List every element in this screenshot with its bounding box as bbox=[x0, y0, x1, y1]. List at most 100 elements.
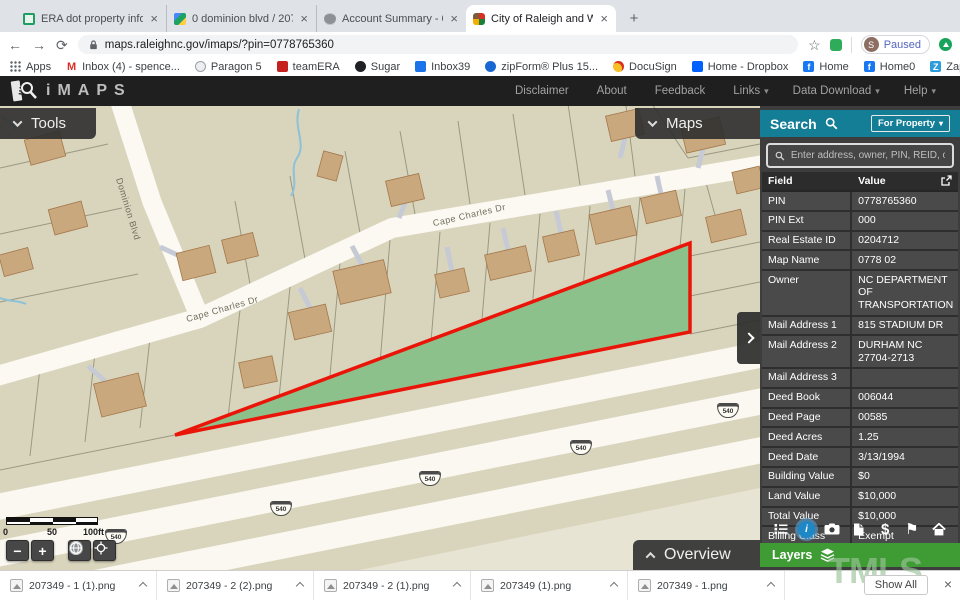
table-row[interactable]: Building Value $0 bbox=[762, 468, 958, 488]
maps-button[interactable]: Maps bbox=[635, 108, 760, 139]
browser-tab[interactable]: ERA dot property info - Google × bbox=[16, 5, 166, 32]
divider bbox=[851, 37, 852, 53]
download-item[interactable]: 207349 (1).png bbox=[471, 571, 628, 600]
bookmark-item[interactable]: Apps bbox=[10, 61, 51, 73]
caret-down-icon: ▾ bbox=[764, 86, 769, 97]
record-indicator-icon[interactable] bbox=[939, 38, 952, 51]
chevron-up-icon[interactable] bbox=[139, 581, 147, 589]
bookmark-label: DocuSign bbox=[629, 61, 677, 73]
value-cell: $10,000 bbox=[852, 488, 958, 506]
report-document-icon[interactable] bbox=[848, 519, 868, 539]
zoom-in-button[interactable]: + bbox=[31, 540, 54, 561]
app-menu-item[interactable]: Links ▾ bbox=[733, 85, 768, 97]
table-row[interactable]: Map Name 0778 02 bbox=[762, 251, 958, 271]
bookmark-item[interactable]: zipForm® Plus 15... bbox=[485, 61, 598, 73]
chevron-up-icon[interactable] bbox=[767, 581, 775, 589]
table-row[interactable]: Owner NC DEPARTMENT OF TRANSPORTATION bbox=[762, 271, 958, 316]
chevron-up-icon[interactable] bbox=[453, 581, 461, 589]
table-row[interactable]: Mail Address 3 bbox=[762, 369, 958, 389]
bookmark-label: Paragon 5 bbox=[211, 61, 262, 73]
tab-close-icon[interactable]: × bbox=[149, 12, 159, 25]
bookmark-star-icon[interactable]: ☆ bbox=[808, 38, 821, 52]
field-cell: Mail Address 3 bbox=[762, 369, 852, 387]
dollar-values-icon[interactable]: $ bbox=[875, 519, 895, 539]
new-tab-button[interactable]: + bbox=[622, 6, 646, 30]
camera-icon[interactable] bbox=[822, 519, 842, 539]
bookmark-item[interactable]: Paragon 5 bbox=[195, 61, 262, 73]
download-item[interactable]: 207349 - 2 (2).png bbox=[157, 571, 314, 600]
browser-tab[interactable]: 0 dominion blvd / 207349 - Goo × bbox=[166, 5, 316, 32]
download-item[interactable]: 207349 - 2 (1).png bbox=[314, 571, 471, 600]
zipform-icon bbox=[485, 61, 496, 72]
bookmark-item[interactable]: Sugar bbox=[355, 61, 400, 73]
table-row[interactable]: Deed Book 006044 bbox=[762, 389, 958, 409]
search-icon bbox=[775, 150, 785, 162]
overview-button[interactable]: Overview bbox=[633, 540, 760, 570]
chevron-down-icon bbox=[13, 117, 23, 127]
bookmark-item[interactable]: Home - Dropbox bbox=[692, 61, 789, 73]
bookmark-item[interactable]: M Inbox (4) - spence... bbox=[66, 61, 180, 73]
info-icon[interactable]: i bbox=[798, 521, 815, 538]
url-bar[interactable]: maps.raleighnc.gov/imaps/?pin=0778765360 bbox=[78, 35, 798, 54]
table-row[interactable]: PIN Ext 000 bbox=[762, 212, 958, 232]
bookmark-item[interactable]: Inbox39 bbox=[415, 61, 470, 73]
tools-button[interactable]: Tools bbox=[0, 108, 96, 139]
profile-paused-button[interactable]: S Paused bbox=[861, 35, 930, 54]
chevron-up-icon[interactable] bbox=[610, 581, 618, 589]
bookmark-item[interactable]: f Home bbox=[803, 61, 848, 73]
value-cell: 00585 bbox=[852, 409, 958, 427]
export-table-icon[interactable] bbox=[940, 175, 952, 187]
app-menu-item[interactable]: Data Download ▾ bbox=[793, 85, 880, 97]
table-row[interactable]: Deed Date 3/13/1994 bbox=[762, 448, 958, 468]
navigation-bar: ← → ⟳ maps.raleighnc.gov/imaps/?pin=0778… bbox=[0, 32, 960, 57]
show-all-button[interactable]: Show All bbox=[864, 575, 928, 595]
table-row[interactable]: Deed Page 00585 bbox=[762, 409, 958, 429]
bookmark-label: Home0 bbox=[880, 61, 915, 73]
extension-icon[interactable] bbox=[830, 39, 842, 51]
map-canvas[interactable]: Dominion Blvd Cape Charles Dr Cape Charl… bbox=[0, 106, 760, 570]
table-row[interactable]: Mail Address 1 815 STADIUM DR bbox=[762, 317, 958, 337]
table-row[interactable]: Real Estate ID 0204712 bbox=[762, 232, 958, 252]
app-menu-item[interactable]: Help ▾ bbox=[904, 85, 936, 97]
search-filter-button[interactable]: For Property ▾ bbox=[871, 115, 950, 132]
caret-down-icon: ▾ bbox=[931, 86, 936, 97]
table-row[interactable]: PIN 0778765360 bbox=[762, 192, 958, 212]
basemap-globe-button[interactable] bbox=[68, 540, 91, 561]
table-body: PIN 0778765360 PIN Ext 000 Real Estate I… bbox=[762, 192, 958, 547]
chevron-up-icon[interactable] bbox=[296, 581, 304, 589]
panel-expander-button[interactable] bbox=[737, 312, 760, 364]
forward-icon[interactable]: → bbox=[32, 38, 46, 52]
legend-list-icon[interactable] bbox=[771, 519, 791, 539]
app-menu-item[interactable]: Disclaimer bbox=[515, 85, 573, 97]
globe-icon bbox=[69, 541, 83, 555]
back-icon[interactable]: ← bbox=[8, 38, 22, 52]
tab-close-icon[interactable]: × bbox=[299, 12, 309, 25]
downloads-close-icon[interactable]: × bbox=[944, 576, 952, 592]
locate-button[interactable] bbox=[93, 540, 116, 561]
home-icon[interactable] bbox=[929, 519, 949, 539]
bookmark-item[interactable]: teamERA bbox=[277, 61, 340, 73]
url-text: maps.raleighnc.gov/imaps/?pin=0778765360 bbox=[105, 39, 334, 51]
browser-tab[interactable]: City of Raleigh and Wake Coun × bbox=[466, 5, 616, 32]
flag-icon[interactable]: ⚑ bbox=[902, 519, 922, 539]
app-menu-item[interactable]: About bbox=[597, 85, 631, 97]
tab-title: ERA dot property info - Google bbox=[41, 13, 143, 25]
zoom-out-button[interactable]: − bbox=[6, 540, 29, 561]
reload-icon[interactable]: ⟳ bbox=[56, 38, 68, 52]
table-row[interactable]: Land Value $10,000 bbox=[762, 488, 958, 508]
chevron-right-icon bbox=[743, 332, 754, 343]
tab-close-icon[interactable]: × bbox=[449, 12, 459, 25]
app-menu-item[interactable]: Feedback bbox=[655, 85, 710, 97]
table-row[interactable]: Deed Acres 1.25 bbox=[762, 428, 958, 448]
bookmark-item[interactable]: DocuSign bbox=[613, 61, 677, 73]
field-cell: Deed Date bbox=[762, 448, 852, 466]
bookmark-item[interactable]: f Home0 bbox=[864, 61, 915, 73]
table-row[interactable]: Mail Address 2 DURHAM NC 27704-2713 bbox=[762, 336, 958, 369]
browser-tab[interactable]: Account Summary - 0204712 × bbox=[316, 5, 466, 32]
download-item[interactable]: 207349 - 1 (1).png bbox=[0, 571, 157, 600]
download-item[interactable]: 207349 - 1.png bbox=[628, 571, 785, 600]
search-input[interactable]: Enter address, owner, PIN, REID, or stre… bbox=[766, 143, 954, 168]
bookmark-item[interactable]: Z Zap bbox=[930, 61, 960, 73]
layers-button[interactable]: Layers bbox=[760, 543, 960, 567]
tab-close-icon[interactable]: × bbox=[599, 12, 609, 25]
